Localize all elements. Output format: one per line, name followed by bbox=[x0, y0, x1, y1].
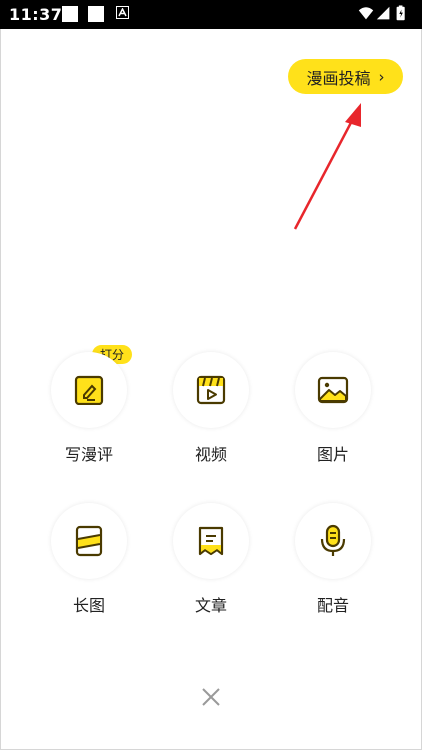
status-indicators bbox=[358, 5, 405, 21]
signal-icon bbox=[376, 6, 390, 20]
microphone-icon bbox=[320, 524, 346, 556]
grid-item-circle bbox=[173, 352, 249, 428]
grid-item-review[interactable]: 写漫评 bbox=[49, 352, 129, 465]
wifi-icon bbox=[358, 7, 374, 20]
grid-item-article[interactable]: 文章 bbox=[171, 503, 251, 616]
review-edit-icon bbox=[74, 375, 104, 405]
article-icon bbox=[198, 526, 224, 556]
grid-item-circle bbox=[51, 503, 127, 579]
image-icon bbox=[317, 376, 349, 404]
grid-item-long-image[interactable]: 长图 bbox=[49, 503, 129, 616]
chevron-right-icon: › bbox=[378, 67, 385, 86]
grid-item-circle bbox=[295, 503, 371, 579]
grid-item-label: 视频 bbox=[194, 445, 227, 464]
comic-submit-button[interactable]: 漫画投稿 › bbox=[288, 59, 403, 94]
grid-item-circle bbox=[173, 503, 249, 579]
long-image-icon bbox=[75, 525, 103, 557]
grid-item-image[interactable]: 图片 bbox=[293, 352, 373, 465]
grid-item-circle bbox=[51, 352, 127, 428]
grid-item-label: 图片 bbox=[316, 445, 349, 464]
notification-a-icon bbox=[116, 6, 129, 19]
status-bar: 11:37 bbox=[0, 0, 422, 29]
video-icon bbox=[196, 375, 226, 405]
grid-item-dubbing[interactable]: 配音 bbox=[293, 503, 373, 616]
notification-icon bbox=[62, 6, 78, 22]
grid-item-label: 文章 bbox=[194, 596, 227, 615]
grid-item-label: 配音 bbox=[316, 596, 349, 615]
grid-item-circle bbox=[295, 352, 371, 428]
annotation-arrow-icon bbox=[293, 103, 361, 230]
grid-item-label: 写漫评 bbox=[64, 445, 113, 464]
close-icon bbox=[202, 688, 220, 706]
grid-item-video[interactable]: 视频 bbox=[171, 352, 251, 465]
close-button[interactable] bbox=[199, 685, 223, 709]
grid-item-label: 长图 bbox=[72, 596, 105, 615]
status-time: 11:37 bbox=[9, 5, 63, 24]
comic-submit-label: 漫画投稿 bbox=[306, 68, 371, 88]
notification-icon bbox=[88, 6, 104, 22]
